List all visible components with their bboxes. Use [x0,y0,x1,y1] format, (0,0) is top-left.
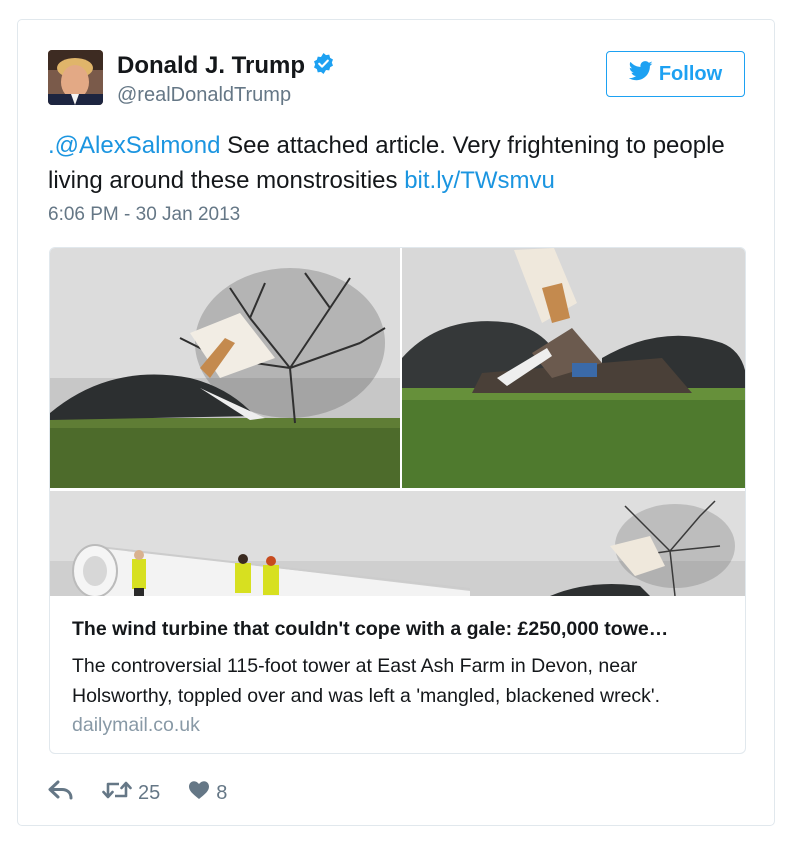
avatar[interactable] [48,50,103,105]
follow-label: Follow [658,62,723,85]
article-short-link[interactable]: bit.ly/TWsmvu [404,167,555,194]
link-card-description: The controversial 115-foot tower at East… [72,655,661,707]
reply-icon [48,780,74,806]
link-card-domain: dailymail.co.uk [72,714,200,736]
tweet-text: .@AlexSalmond See attached article. Very… [48,128,748,198]
author-name-row: Donald J. Trump [117,52,335,80]
author-handle[interactable]: @realDonaldTrump [117,84,291,107]
tweet-card: Donald J. Trump @realDonaldTrump Follow … [17,19,775,826]
author-name[interactable]: Donald J. Trump [117,52,305,80]
retweet-icon [102,779,132,807]
article-photo-collage[interactable] [50,248,745,596]
article-photo [402,248,745,488]
twitter-bird-icon [628,61,653,87]
link-card-title[interactable]: The wind turbine that couldn't cope with… [72,618,732,641]
article-photo [50,491,745,596]
follow-button[interactable]: Follow [606,51,745,97]
like-button[interactable]: 8 [188,780,227,806]
heart-icon [188,780,210,806]
link-card[interactable]: The wind turbine that couldn't cope with… [49,247,746,754]
mention-link[interactable]: .@AlexSalmond [48,132,220,159]
tweet-action-bar: 25 8 [48,779,255,807]
reply-button[interactable] [48,780,74,806]
retweet-count: 25 [138,781,161,804]
like-count: 8 [216,781,228,804]
verified-badge-icon [312,52,335,80]
tweet-timestamp[interactable]: 6:06 PM - 30 Jan 2013 [48,204,240,226]
retweet-button[interactable]: 25 [102,779,160,807]
article-photo [50,248,400,488]
